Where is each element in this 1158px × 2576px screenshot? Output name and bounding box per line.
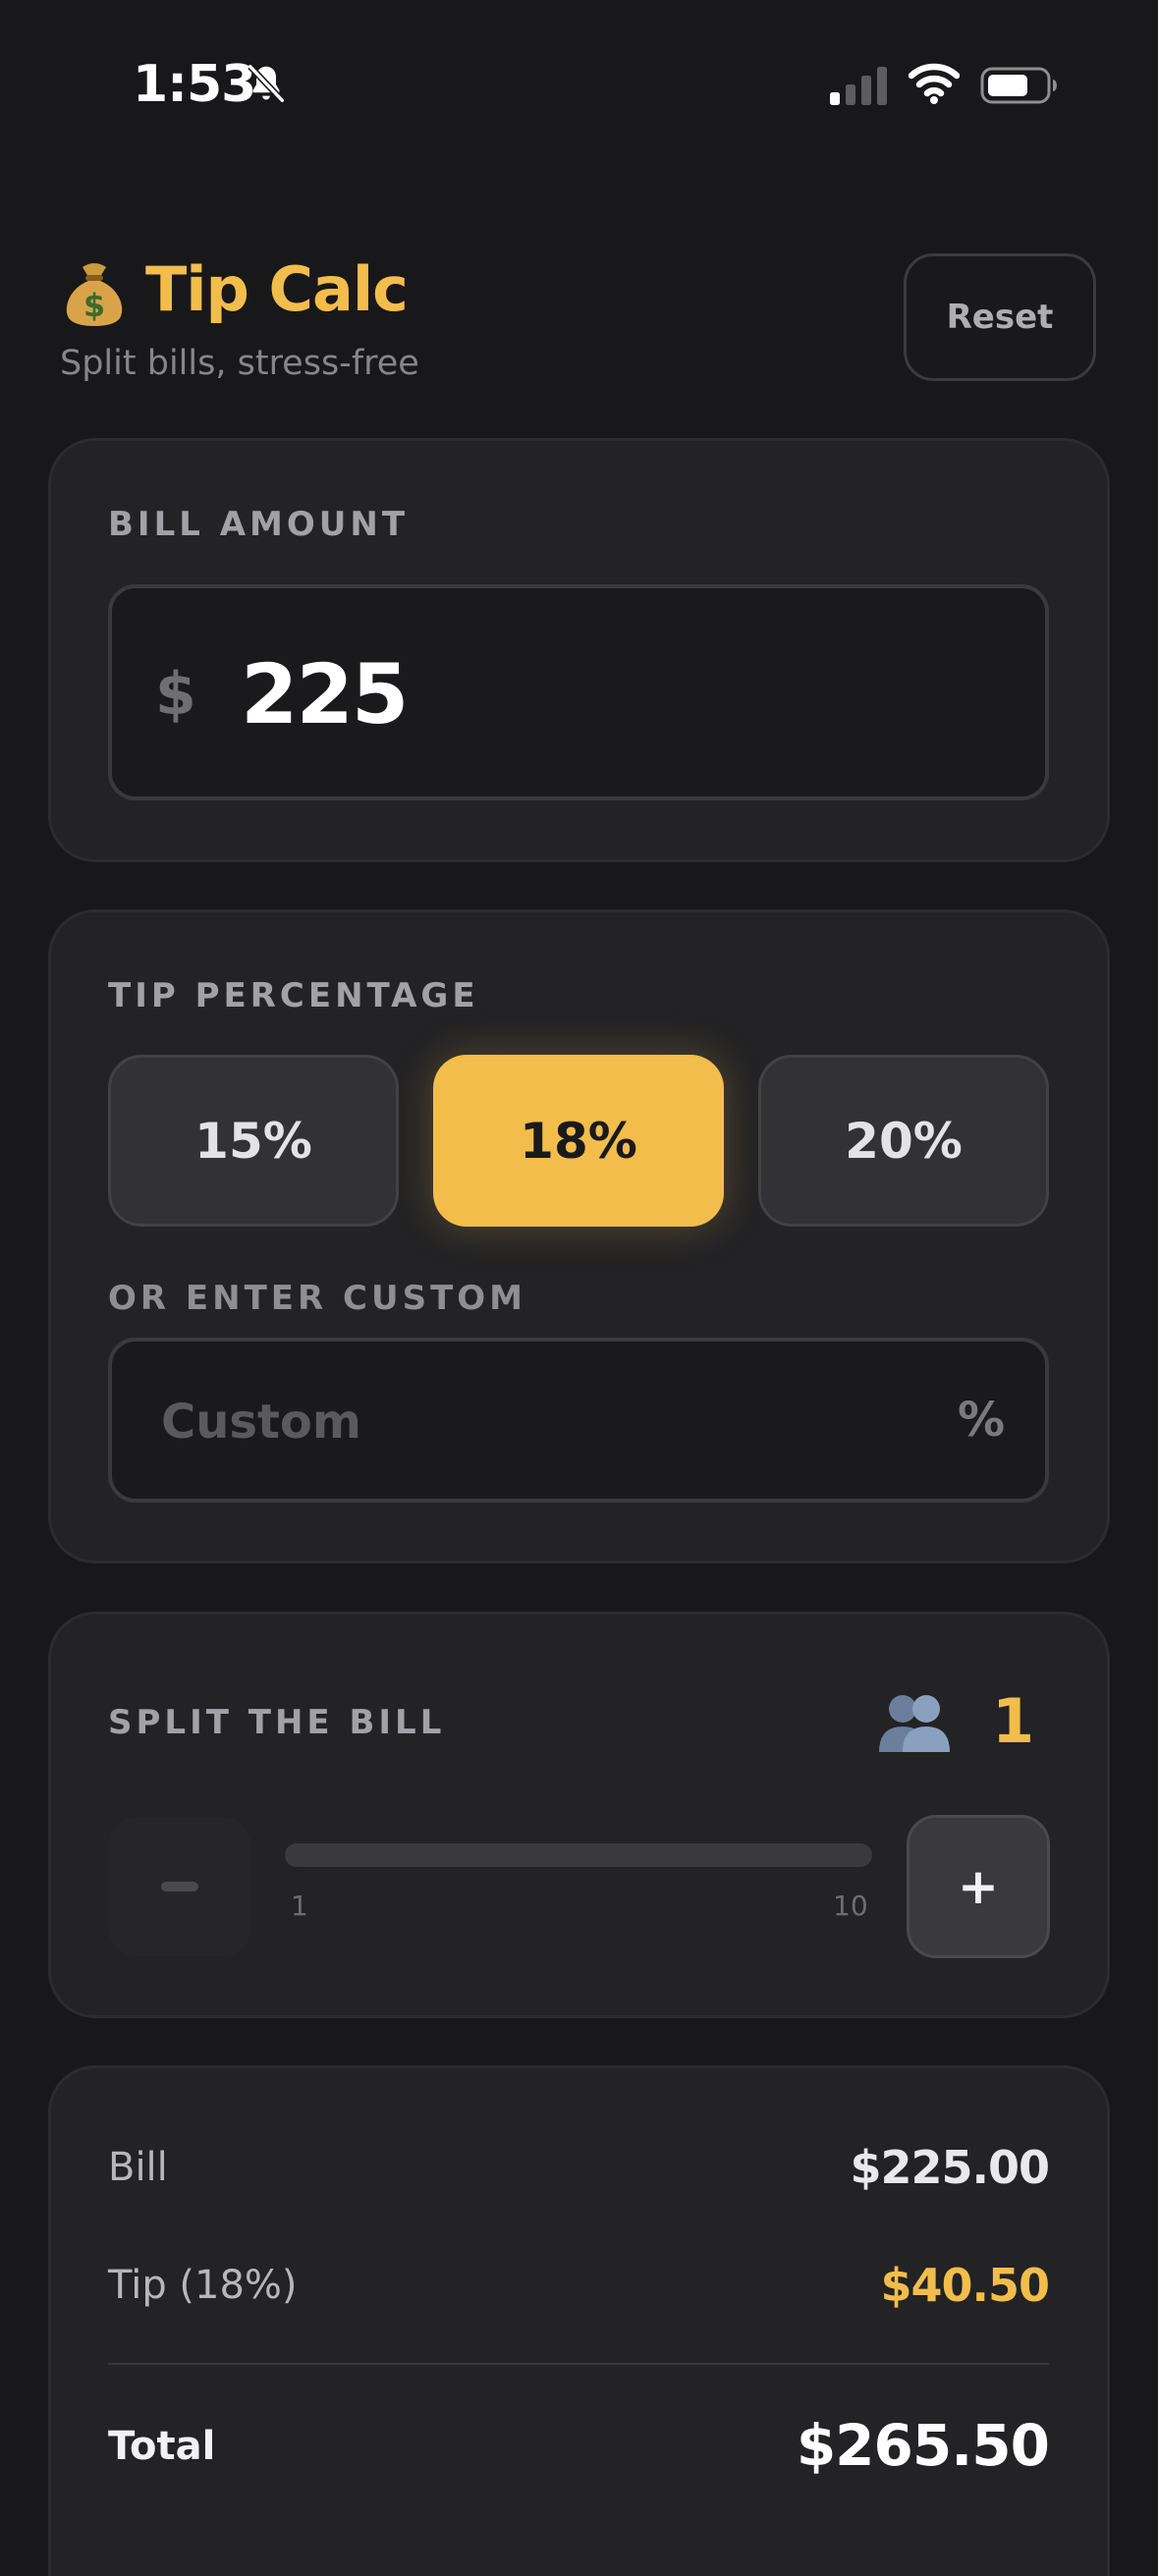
wifi-icon xyxy=(909,63,960,104)
currency-symbol: $ xyxy=(155,660,196,729)
bell-slash-icon xyxy=(248,64,285,103)
summary-tip-value: $40.50 xyxy=(880,2259,1050,2312)
people-count: 1 xyxy=(992,1685,1035,1757)
custom-tip-label: OR ENTER CUSTOM xyxy=(108,1279,527,1318)
app-title: Tip Calc xyxy=(145,253,409,325)
minus-icon xyxy=(161,1882,198,1891)
summary-divider xyxy=(108,2363,1049,2365)
app-subtitle: Split bills, stress-free xyxy=(60,344,419,383)
status-time: 1:53 xyxy=(133,55,256,114)
tip-option-20[interactable]: 20% xyxy=(758,1055,1049,1227)
increase-people-button[interactable]: + xyxy=(907,1815,1050,1958)
summary-total-value: $265.50 xyxy=(796,2412,1050,2479)
decrease-people-button[interactable] xyxy=(108,1817,251,1956)
tip-option-18[interactable]: 18% xyxy=(433,1055,724,1227)
svg-text:$: $ xyxy=(83,287,105,324)
summary-bill-value: $225.00 xyxy=(850,2141,1050,2194)
summary-total-label: Total xyxy=(108,2424,216,2469)
summary-bill-label: Bill xyxy=(108,2145,168,2190)
bill-amount-value[interactable]: 225 xyxy=(241,646,409,742)
percent-suffix: % xyxy=(958,1393,1006,1448)
slider-max-label: 10 xyxy=(833,1890,868,1922)
tip-percentage-label: TIP PERCENTAGE xyxy=(108,976,479,1015)
custom-tip-placeholder: Custom xyxy=(161,1395,361,1450)
split-bill-label: SPLIT THE BILL xyxy=(108,1703,446,1742)
people-icon xyxy=(879,1695,950,1752)
people-slider[interactable] xyxy=(285,1843,872,1867)
money-bag-icon: $ xyxy=(66,263,123,326)
slider-min-label: 1 xyxy=(291,1890,308,1922)
reset-button[interactable]: Reset xyxy=(904,253,1096,381)
tip-option-15[interactable]: 15% xyxy=(108,1055,399,1227)
bill-amount-label: BILL AMOUNT xyxy=(108,505,410,544)
battery-icon xyxy=(980,67,1057,104)
cellular-signal-icon xyxy=(830,67,887,105)
summary-tip-label: Tip (18%) xyxy=(108,2263,298,2308)
